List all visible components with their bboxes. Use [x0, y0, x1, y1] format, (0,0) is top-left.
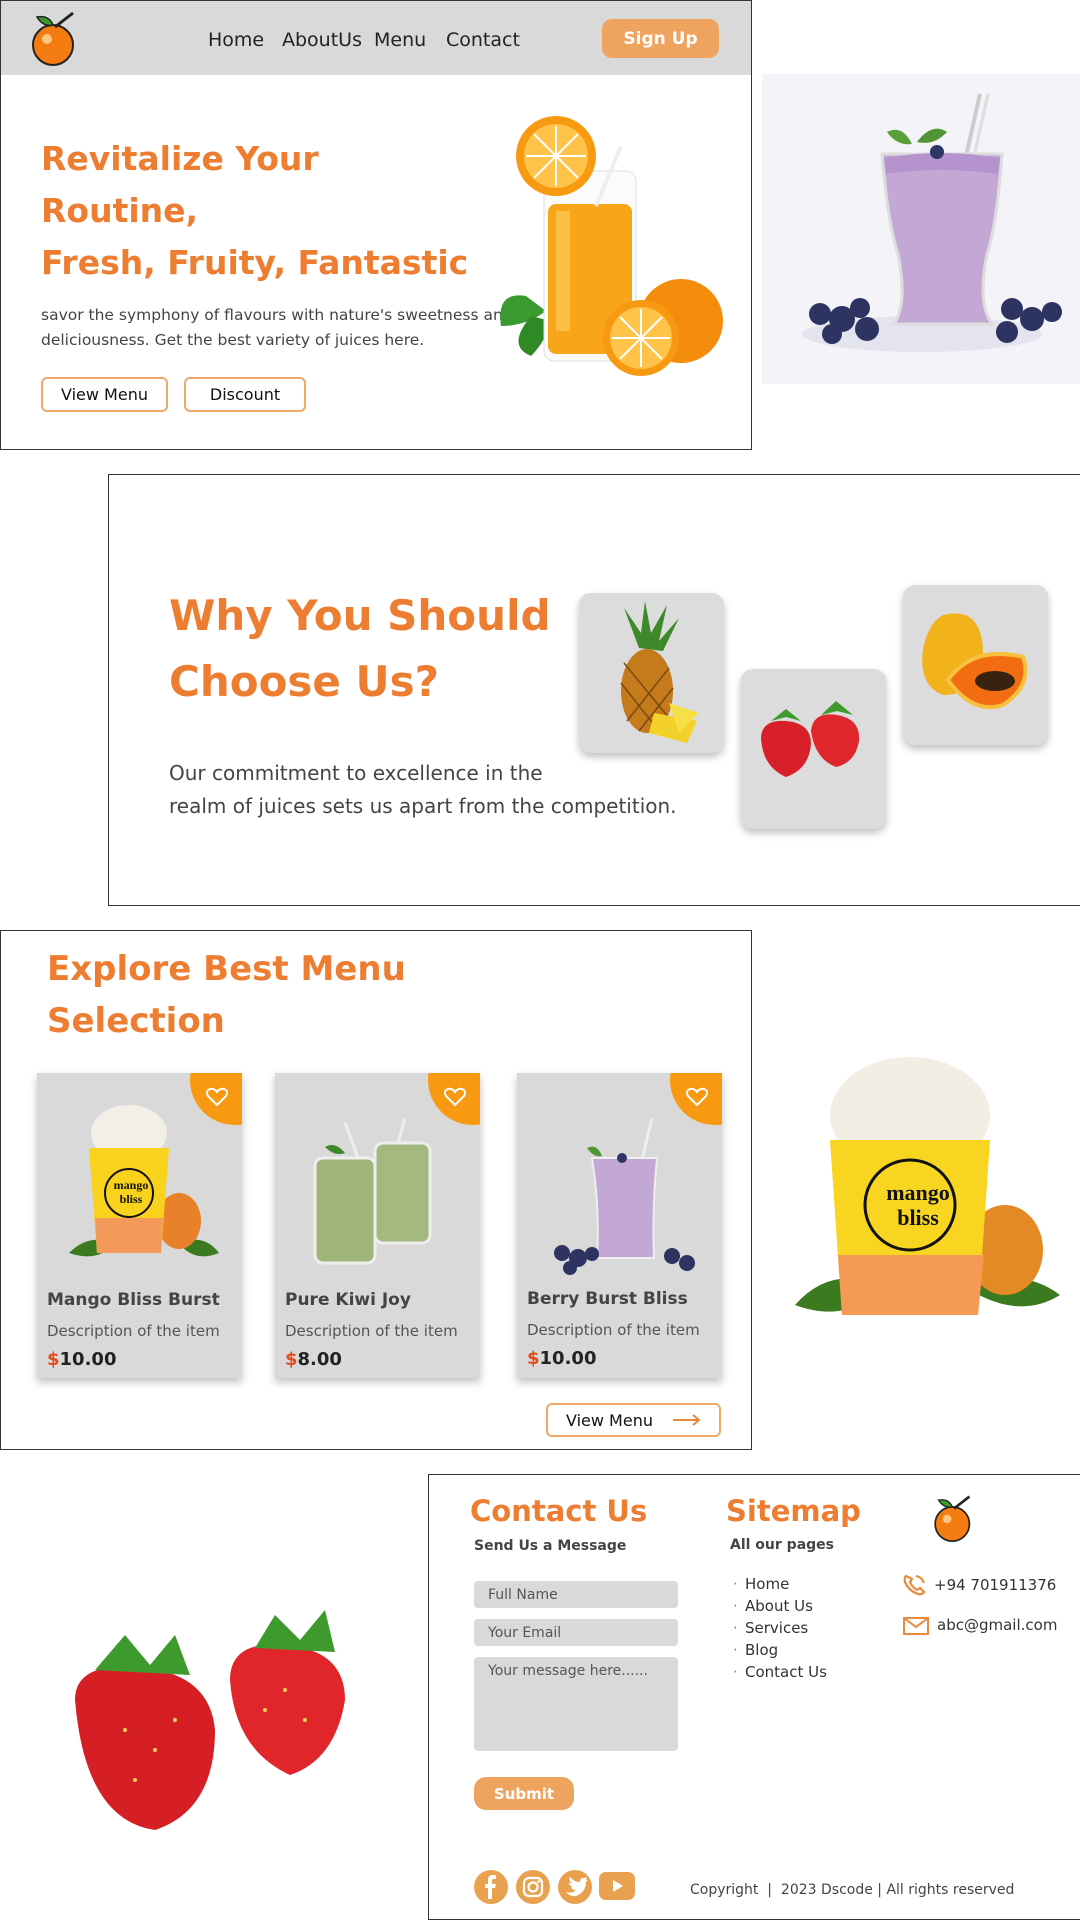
kiwi-drink-image: [313, 1117, 432, 1265]
hero-view-menu-button[interactable]: View Menu: [41, 377, 168, 412]
menu-view-menu-button[interactable]: View Menu: [546, 1403, 721, 1437]
email-input[interactable]: Your Email: [474, 1619, 678, 1646]
menu-section: Explore Best Menu Selection mango bliss …: [0, 930, 752, 1450]
email-address: abc@gmail.com: [937, 1616, 1058, 1634]
hero-description: savor the symphony of flavours with natu…: [41, 303, 513, 353]
copyright-text: Copyright | 2023 Dscode | All rights res…: [690, 1882, 1015, 1898]
footer-logo-icon: [934, 1495, 971, 1542]
price-currency: $: [285, 1349, 298, 1370]
navbar: Home AboutUs Menu Contact Sign Up: [1, 1, 751, 75]
hero-desc-line2: deliciousness. Get the best variety of j…: [41, 331, 425, 349]
contact-title: Contact Us: [470, 1494, 648, 1528]
why-description: Our commitment to excellence in the real…: [169, 757, 677, 823]
mango-drink-image: mango bliss: [69, 1105, 219, 1257]
pineapple-icon: [620, 601, 699, 743]
sitemap-title: Sitemap: [726, 1494, 861, 1528]
why-choose-section: Why You Should Choose Us? Our commitment…: [108, 474, 1080, 906]
item-price: $10.00: [527, 1348, 596, 1369]
item-price: $10.00: [47, 1349, 116, 1370]
facebook-icon[interactable]: [474, 1870, 508, 1904]
mail-icon: [903, 1617, 929, 1635]
mango-bliss-logo-line2: bliss: [897, 1205, 939, 1230]
strawberry-icon: [761, 701, 860, 777]
heart-icon[interactable]: [686, 1087, 708, 1107]
sitemap-subtitle: All our pages: [730, 1537, 834, 1553]
menu-title-line1: Explore Best Menu: [47, 949, 406, 989]
nav-about[interactable]: AboutUs: [282, 29, 362, 51]
nav-menu[interactable]: Menu: [374, 29, 426, 51]
phone-number: +94 701911376: [934, 1576, 1057, 1594]
contact-subtitle: Send Us a Message: [474, 1538, 627, 1554]
price-value: 8.00: [297, 1349, 342, 1370]
sitemap-link-services[interactable]: Services: [733, 1619, 808, 1637]
hero-title: Revitalize Your Routine, Fresh, Fruity, …: [41, 133, 468, 289]
price-currency: $: [47, 1349, 60, 1370]
phone-icon: [903, 1574, 926, 1596]
item-name: Berry Burst Bliss: [527, 1289, 688, 1309]
why-title-line2: Choose Us?: [169, 657, 440, 706]
item-description: Description of the item: [285, 1322, 458, 1340]
berry-smoothie-image: [762, 74, 1080, 384]
mango-bliss-image: mango bliss: [795, 1057, 1060, 1315]
message-textarea[interactable]: Your message here......: [474, 1657, 678, 1751]
hero-title-line1: Revitalize Your: [41, 139, 319, 178]
hero-section: Home AboutUs Menu Contact Sign Up Revita…: [0, 0, 752, 450]
strawberry-card: [741, 669, 886, 829]
mango-logo-line2: bliss: [120, 1192, 143, 1206]
orange-juice-image: [500, 116, 723, 376]
papaya-icon: [922, 613, 1028, 710]
menu-title: Explore Best Menu Selection: [47, 943, 406, 1047]
twitter-icon[interactable]: [558, 1870, 592, 1904]
why-desc-line1: Our commitment to excellence in the: [169, 761, 543, 785]
mango-logo-line1: mango: [114, 1178, 149, 1192]
item-price: $8.00: [285, 1349, 342, 1370]
nav-contact[interactable]: Contact: [446, 29, 520, 51]
submit-button[interactable]: Submit: [474, 1777, 574, 1810]
discount-button[interactable]: Discount: [184, 377, 306, 412]
berry-drink-image: [554, 1118, 695, 1275]
item-description: Description of the item: [527, 1321, 700, 1339]
price-currency: $: [527, 1348, 540, 1369]
nav-home[interactable]: Home: [208, 29, 264, 51]
pineapple-card: [579, 593, 724, 753]
youtube-icon[interactable]: [599, 1872, 635, 1900]
sitemap-link-blog[interactable]: Blog: [733, 1641, 778, 1659]
full-name-input[interactable]: Full Name: [474, 1581, 678, 1608]
item-name: Pure Kiwi Joy: [285, 1290, 411, 1310]
mango-bliss-logo-line1: mango: [886, 1180, 950, 1205]
strawberries-image: [75, 1610, 345, 1830]
price-value: 10.00: [59, 1349, 117, 1370]
hero-title-line3: Fresh, Fruity, Fantastic: [41, 243, 469, 282]
menu-card-mango[interactable]: mango bliss Mango Bliss Burst Descriptio…: [37, 1073, 242, 1378]
menu-card-kiwi[interactable]: Pure Kiwi Joy Description of the item $8…: [275, 1073, 480, 1378]
why-desc-line2: realm of juices sets us apart from the c…: [169, 794, 677, 818]
item-description: Description of the item: [47, 1322, 220, 1340]
hero-desc-line1: savor the symphony of flavours with natu…: [41, 306, 513, 324]
arrow-right-icon: [672, 1414, 701, 1426]
hero-title-line2: Routine,: [41, 191, 199, 230]
heart-icon[interactable]: [444, 1087, 466, 1107]
view-menu-label: View Menu: [566, 1410, 653, 1430]
item-name: Mango Bliss Burst: [47, 1290, 220, 1310]
papaya-card: [903, 585, 1048, 745]
logo-icon[interactable]: [27, 9, 83, 67]
why-title-line1: Why You Should: [169, 591, 551, 640]
menu-title-line2: Selection: [47, 1001, 225, 1041]
sitemap-link-contact[interactable]: Contact Us: [733, 1663, 827, 1681]
signup-button[interactable]: Sign Up: [602, 19, 719, 58]
price-value: 10.00: [539, 1348, 597, 1369]
why-title: Why You Should Choose Us?: [169, 583, 551, 715]
sitemap-link-about[interactable]: About Us: [733, 1597, 813, 1615]
menu-card-berry[interactable]: Berry Burst Bliss Description of the ite…: [517, 1073, 722, 1378]
instagram-icon[interactable]: [516, 1870, 550, 1904]
sitemap-link-home[interactable]: Home: [733, 1575, 789, 1593]
